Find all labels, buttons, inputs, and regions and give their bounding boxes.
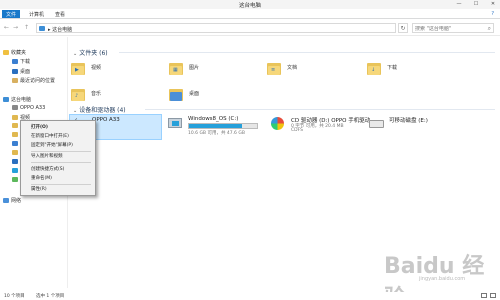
tab-view[interactable]: 查看 xyxy=(51,10,69,18)
forward-icon[interactable]: → xyxy=(13,24,18,31)
item-count: 10 个项目 xyxy=(4,294,25,299)
watermark-url: jingyan.baidu.com xyxy=(419,276,466,282)
pictures-folder-icon: ▦ xyxy=(169,61,183,75)
desktop-folder-icon xyxy=(169,87,183,101)
disk-usage-bar xyxy=(188,123,258,129)
address-bar[interactable]: ▸ 这台电脑 xyxy=(36,23,396,33)
back-icon[interactable]: ← xyxy=(4,24,9,31)
search-icon[interactable]: ⌕ xyxy=(488,25,491,33)
removable-drive-icon xyxy=(369,120,384,128)
view-switcher xyxy=(481,293,496,298)
context-menu: 打开(O) 在新窗口中打开(E) 固定到"开始"屏幕(P) 导入图片和视频 创建… xyxy=(20,120,96,196)
documents-folder-icon: ≡ xyxy=(267,61,281,75)
explorer-window: 这台电脑 — ☐ ✕ 文件 计算机 查看 ? ← → ↑ ▸ 这台电脑 ↻ ⌕ … xyxy=(0,0,500,300)
menu-create-shortcut[interactable]: 创建快捷方式(S) xyxy=(21,166,95,174)
refresh-button[interactable]: ↻ xyxy=(398,23,408,33)
drive-e[interactable]: 可移动磁盘 (E:) xyxy=(367,114,467,140)
folder-videos[interactable]: ▶ 视频 xyxy=(71,61,171,87)
ribbon-tabs: 文件 计算机 查看 ? xyxy=(0,9,500,19)
details-view-icon[interactable] xyxy=(481,293,487,298)
menu-properties[interactable]: 属性(R) xyxy=(21,186,95,194)
menu-separator xyxy=(31,184,91,185)
computer-icon xyxy=(39,26,45,31)
help-icon[interactable]: ? xyxy=(491,11,494,17)
folder-pictures[interactable]: ▦ 图片 xyxy=(169,61,269,87)
windows-drive-icon xyxy=(168,118,182,128)
menu-rename[interactable]: 重命名(M) xyxy=(21,175,95,183)
folders-group-header[interactable]: ⌄ 文件夹 (6) xyxy=(73,48,108,57)
downloads-folder-icon: ↓ xyxy=(367,61,381,75)
network-icon xyxy=(3,198,9,203)
menu-pin-start[interactable]: 固定到"开始"屏幕(P) xyxy=(21,142,95,150)
folder-icon xyxy=(12,123,18,128)
divider xyxy=(145,109,495,110)
search-box[interactable]: ⌕ xyxy=(412,23,494,33)
tab-file[interactable]: 文件 xyxy=(2,10,21,18)
search-input[interactable] xyxy=(415,25,485,32)
close-icon[interactable]: ✕ xyxy=(490,1,496,7)
cd-drive-icon xyxy=(271,117,284,130)
drive-icon xyxy=(12,168,18,173)
nav-favorites[interactable]: 收藏夹 xyxy=(3,49,26,57)
nav-recent[interactable]: 最近访问的位置 xyxy=(12,77,55,85)
drive-c[interactable]: Windows8_OS (C:) 10.6 GB 可用，共 47.6 GB xyxy=(166,114,266,140)
menu-open-new-window[interactable]: 在新窗口中打开(E) xyxy=(21,133,95,141)
nav-this-pc[interactable]: 这台电脑 xyxy=(3,96,31,104)
up-icon[interactable]: ↑ xyxy=(24,24,29,31)
menu-separator xyxy=(31,162,91,163)
nav-music[interactable] xyxy=(12,150,20,158)
desktop-icon xyxy=(12,159,18,164)
desktop-icon xyxy=(12,69,18,74)
nav-pictures[interactable] xyxy=(12,123,20,131)
minimize-icon[interactable]: — xyxy=(456,1,462,7)
title-bar: 这台电脑 — ☐ ✕ xyxy=(0,0,500,9)
star-icon xyxy=(3,50,9,55)
download-icon xyxy=(12,59,18,64)
menu-separator xyxy=(31,151,91,152)
window-controls: — ☐ ✕ xyxy=(456,1,496,7)
selection-count: 选中 1 个项目 xyxy=(36,294,65,299)
folder-icon xyxy=(12,132,18,137)
nav-downloads[interactable]: 下载 xyxy=(12,58,30,66)
window-title: 这台电脑 xyxy=(238,3,261,9)
video-folder-icon xyxy=(12,115,18,120)
breadcrumb[interactable]: ▸ 这台电脑 xyxy=(48,26,72,33)
address-toolbar: ← → ↑ ▸ 这台电脑 ↻ ⌕ xyxy=(0,20,500,36)
recent-places-icon xyxy=(12,78,18,83)
folder-downloads[interactable]: ↓ 下载 xyxy=(367,61,467,87)
nav-drive-c[interactable] xyxy=(12,168,20,176)
large-icons-view-icon[interactable] xyxy=(490,293,496,298)
folder-documents[interactable]: ≡ 文档 xyxy=(267,61,367,87)
phone-icon xyxy=(12,105,18,110)
video-folder-icon: ▶ xyxy=(71,61,85,75)
nav-downloads-2[interactable] xyxy=(12,141,20,149)
tab-computer[interactable]: 计算机 xyxy=(25,10,48,18)
menu-import-photos[interactable]: 导入图片和视频 xyxy=(21,153,95,161)
nav-desktop[interactable]: 桌面 xyxy=(12,68,30,76)
cd-drive-icon xyxy=(12,177,18,182)
status-bar: 10 个项目 选中 1 个项目 xyxy=(0,292,500,300)
computer-icon xyxy=(3,97,9,102)
devices-group-header[interactable]: ⌄ 设备和驱动器 (4) xyxy=(73,105,126,114)
maximize-icon[interactable]: ☐ xyxy=(473,1,479,7)
nav-network[interactable]: 网络 xyxy=(3,197,21,205)
nav-oppo[interactable]: OPPO A33 xyxy=(12,105,45,113)
drive-d[interactable]: CD 驱动器 (D:) OPPO 手机驱动 0 字节 可用，共 20.4 MB … xyxy=(269,114,370,140)
music-folder-icon: ♪ xyxy=(71,87,85,101)
folder-icon xyxy=(12,150,18,155)
menu-open[interactable]: 打开(O) xyxy=(21,124,95,132)
download-icon xyxy=(12,141,18,146)
chevron-down-icon: ⌄ xyxy=(73,51,78,57)
nav-desktop-2[interactable] xyxy=(12,159,20,167)
nav-documents[interactable] xyxy=(12,132,20,140)
nav-drive-d[interactable] xyxy=(12,177,20,185)
divider xyxy=(119,52,495,53)
